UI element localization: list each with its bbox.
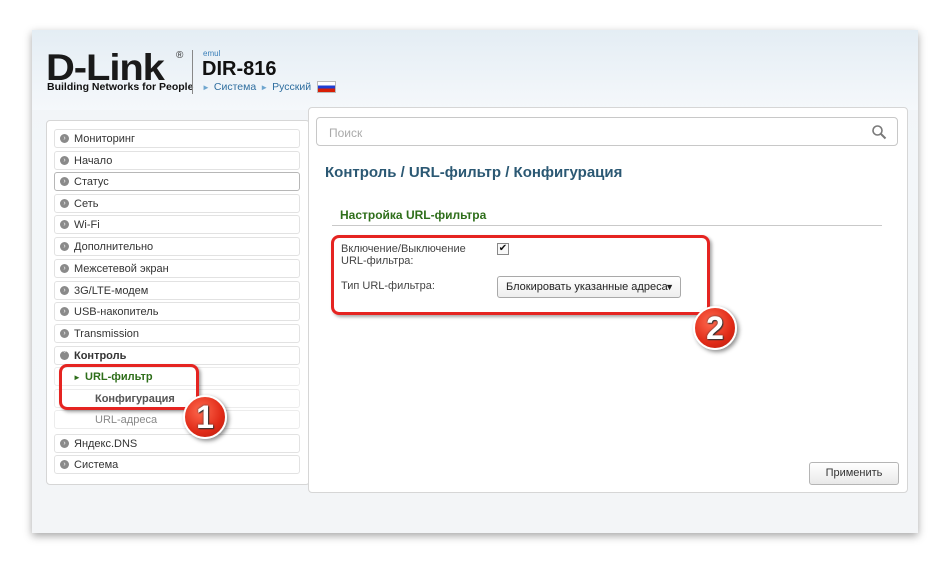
header-divider [192,50,193,94]
section-title: Настройка URL-фильтра [340,208,487,222]
sidebar-item-label: Начало [74,155,113,167]
sidebar-item-label: Сеть [74,198,99,210]
arrow-right-icon: › [60,156,69,165]
chevron-down-icon: ˇ [60,351,69,360]
arrow-right-icon: › [60,460,69,469]
header-breadcrumb: ► Система ► Русский [202,81,337,93]
sidebar-item-label: Система [74,459,119,471]
sidebar-item-status[interactable]: › Статус [54,172,300,191]
sidebar-item-usb[interactable]: › USB-накопитель [54,302,300,321]
sidebar-item-network[interactable]: › Сеть [54,194,300,213]
page-title: Контроль / URL-фильтр / Конфигурация [325,164,623,181]
arrow-right-icon: › [60,264,69,273]
tagline: Building Networks for People [47,81,194,93]
search-icon[interactable] [871,124,887,140]
sidebar-item-firewall[interactable]: › Межсетевой экран [54,259,300,278]
sidebar-item-label: 3G/LTE-модем [74,285,149,297]
arrow-right-icon: › [60,134,69,143]
arrow-right-icon: › [60,220,69,229]
highlight-box-2 [331,235,710,315]
chevron-right-icon: ► [202,82,210,92]
arrow-right-icon: › [60,329,69,338]
sidebar-item-label: Wi-Fi [74,219,100,231]
sidebar-item-label: Мониторинг [74,133,136,145]
breadcrumb-system-link[interactable]: Система [214,81,256,93]
sidebar-item-label: Яндекс.DNS [74,438,138,450]
sidebar-item-label: Межсетевой экран [74,263,169,275]
sidebar-item-wifi[interactable]: › Wi-Fi [54,215,300,234]
arrow-right-icon: › [60,177,69,186]
sidebar-item-label: Статус [74,176,109,188]
step-badge-2: 2 [693,306,737,350]
search-input[interactable] [327,122,851,144]
sidebar-item-3g-lte[interactable]: › 3G/LTE-модем [54,281,300,300]
header-bar [32,30,918,110]
arrow-right-icon: › [60,199,69,208]
sidebar-item-label: Transmission [74,328,139,340]
sidebar-item-control[interactable]: ˇ Контроль [54,346,300,365]
apply-button[interactable]: Применить [809,462,899,485]
search-box[interactable] [316,117,898,146]
language-link[interactable]: Русский [272,81,311,93]
section-divider [332,225,882,226]
sidebar-item-start[interactable]: › Начало [54,151,300,170]
arrow-right-icon: › [60,242,69,251]
registered-mark: ® [176,50,184,61]
arrow-right-icon: › [60,307,69,316]
sidebar-item-transmission[interactable]: › Transmission [54,324,300,343]
russia-flag-icon[interactable] [317,81,337,93]
arrow-right-icon: › [60,439,69,448]
chevron-right-icon: ► [260,82,269,92]
model-name: DIR-816 [202,58,277,80]
sidebar-subitem-url-addresses[interactable]: URL-адреса [54,410,300,429]
sidebar-item-label: Контроль [74,350,127,362]
sidebar-item-yandex-dns[interactable]: › Яндекс.DNS [54,434,300,453]
arrow-right-icon: › [60,286,69,295]
sidebar-item-label: Дополнительно [74,241,154,253]
sidebar-item-advanced[interactable]: › Дополнительно [54,237,300,256]
sidebar-item-label: URL-адреса [95,414,158,426]
highlight-box-1 [59,364,199,410]
sidebar-item-system[interactable]: › Система [54,455,300,474]
sidebar-item-monitoring[interactable]: › Мониторинг [54,129,300,148]
model-prefix: emul [203,49,221,58]
sidebar-item-label: USB-накопитель [74,306,159,318]
step-badge-1: 1 [183,395,227,439]
